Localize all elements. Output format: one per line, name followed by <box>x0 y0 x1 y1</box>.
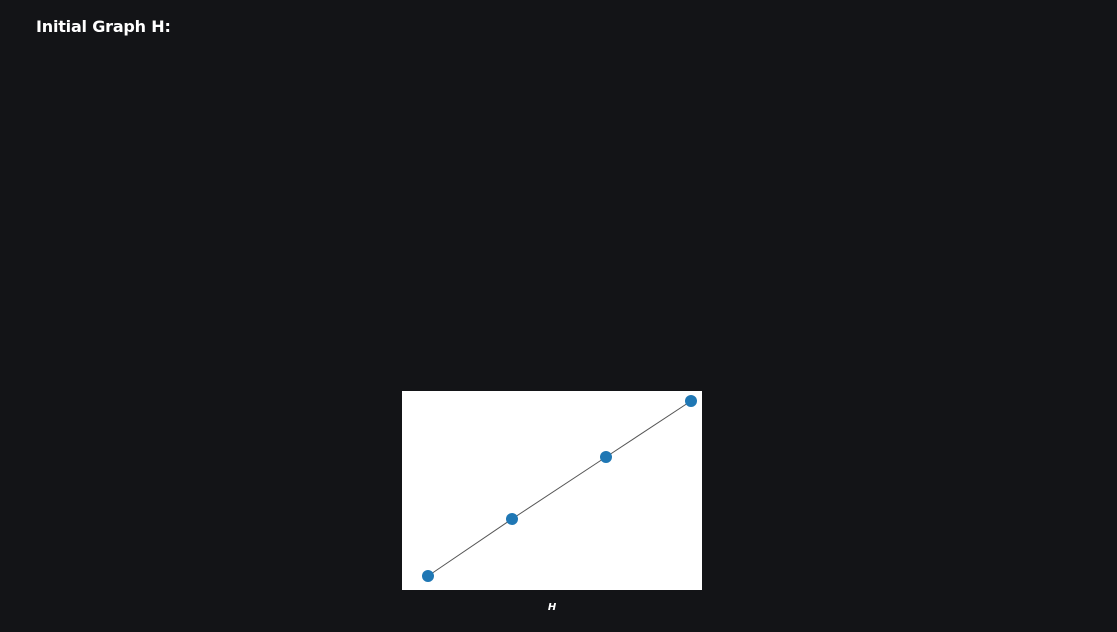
edges-layer <box>427 400 692 577</box>
page: Initial Graph H: H <box>0 0 1117 632</box>
graph-edge <box>511 456 607 520</box>
graph-edge <box>427 518 513 577</box>
graph-edge <box>605 400 692 458</box>
graph-canvas <box>402 391 702 590</box>
graph-node <box>506 513 518 525</box>
graph-label: H <box>547 602 557 613</box>
graph-node <box>422 570 434 582</box>
graph-node <box>685 395 697 407</box>
graph-drawing <box>422 395 697 582</box>
graph-node <box>600 451 612 463</box>
nodes-layer <box>422 395 697 582</box>
page-title: Initial Graph H: <box>36 17 171 36</box>
